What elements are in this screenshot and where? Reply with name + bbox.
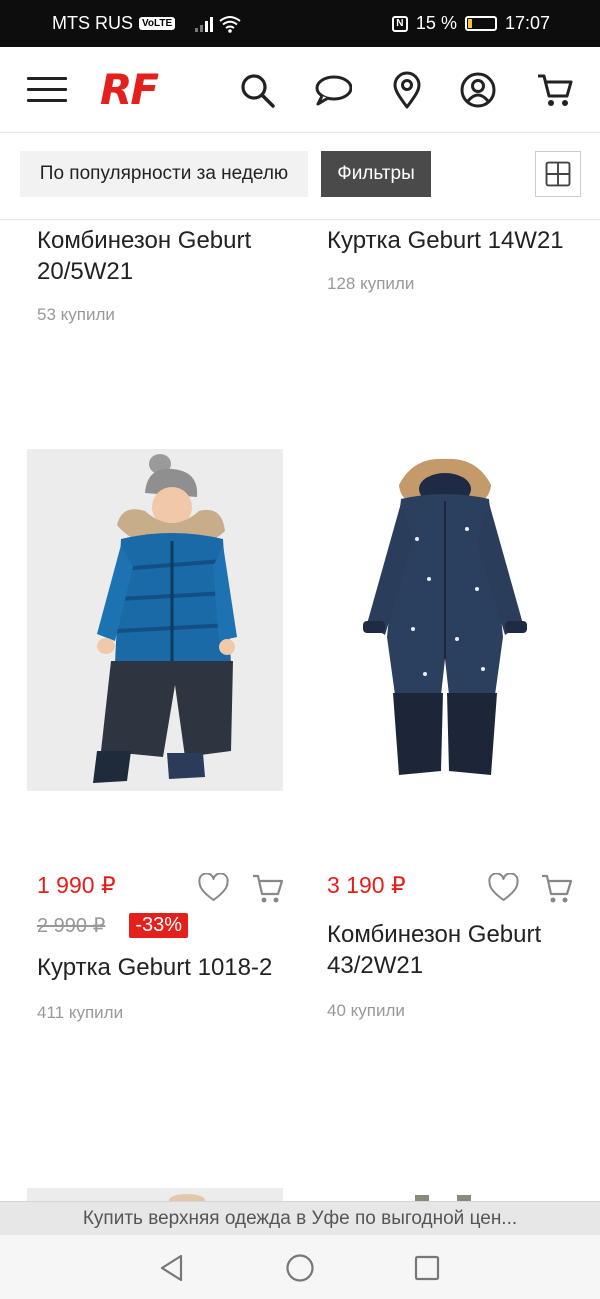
favorite-heart-icon[interactable] [488,873,519,902]
sort-button[interactable]: По популярности за неделю [20,151,308,197]
product-card[interactable]: Комбинезон Geburt 20/5W21 53 купили [37,225,297,325]
product-price: 3 190 ₽ [327,872,406,898]
filters-button[interactable]: Фильтры [321,151,431,197]
add-to-cart-icon[interactable] [541,873,573,904]
cart-icon[interactable] [536,71,574,109]
discount-badge: -33% [129,913,189,938]
product-card[interactable]: 1 990 ₽ 2 990 ₽ -33% Куртка Geburt 1018-… [37,872,287,1023]
battery-percent: 15 % [415,13,457,33]
seo-text-bar[interactable]: Купить верхняя одежда в Уфе по выгодной … [0,1201,600,1235]
product-name[interactable]: Комбинезон Geburt 43/2W21 [327,919,577,981]
product-name[interactable]: Комбинезон Geburt 20/5W21 [37,225,297,287]
product-image[interactable] [317,1188,573,1201]
product-name[interactable]: Куртка Geburt 1018-2 [37,952,287,983]
site-logo[interactable]: RF [100,65,159,114]
menu-icon[interactable] [27,77,67,103]
bought-count: 40 купили [327,1001,405,1020]
home-icon[interactable] [285,1253,315,1283]
product-image[interactable] [27,449,283,791]
system-nav-bar [0,1235,600,1299]
bought-count: 128 купили [327,274,415,293]
old-price: 2 990 ₽ [37,915,106,937]
volte-badge: VoLTE [139,17,176,30]
grid-view-icon[interactable] [535,151,581,197]
battery-icon [464,16,497,31]
status-bar-right: N 15 % 17:07 [391,13,550,34]
product-card[interactable]: Куртка Geburt 14W21 128 купили [327,225,587,294]
nfc-icon: N [391,15,408,32]
signal-icon [195,16,214,32]
location-pin-icon[interactable] [388,71,426,109]
status-bar-left: MTS RUS VoLTE [52,13,241,34]
back-icon[interactable] [158,1253,186,1283]
recents-icon[interactable] [413,1254,441,1282]
add-to-cart-icon[interactable] [252,873,284,904]
old-price-row: 2 990 ₽ -33% [37,913,287,938]
status-bar: MTS RUS VoLTE N 15 % 17:07 [0,0,600,47]
account-icon[interactable] [459,71,497,109]
bought-count: 411 купили [37,1003,124,1022]
product-image[interactable] [27,1188,283,1201]
clock: 17:07 [504,13,550,33]
site-header: RF [0,47,600,133]
carrier-name: MTS RUS [52,13,133,33]
favorite-heart-icon[interactable] [198,873,229,902]
search-icon[interactable] [238,71,276,109]
product-card[interactable]: 3 190 ₽ Комбинезон Geburt 43/2W21 40 куп… [327,872,577,1021]
chat-icon[interactable] [314,71,352,109]
product-image[interactable] [317,449,573,791]
catalog-toolbar: По популярности за неделю Фильтры [0,134,600,220]
product-name[interactable]: Куртка Geburt 14W21 [327,225,587,256]
bought-count: 53 купили [37,305,115,324]
product-price: 1 990 ₽ [37,872,116,898]
wifi-icon [219,15,241,33]
